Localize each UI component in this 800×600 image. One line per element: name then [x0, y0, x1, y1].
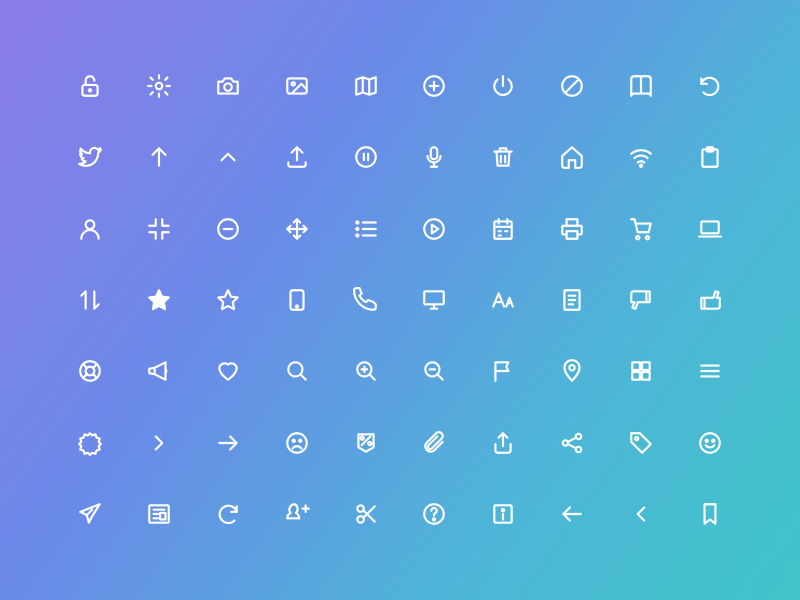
arrow-up-icon	[125, 121, 194, 192]
paperclip-icon	[400, 407, 469, 478]
document-icon	[538, 264, 607, 335]
map-icon	[331, 50, 400, 121]
icon-grid	[0, 0, 800, 600]
printer-icon	[538, 193, 607, 264]
mic-icon	[400, 121, 469, 192]
image-icon	[262, 50, 331, 121]
zoom-in-icon	[331, 336, 400, 407]
home-icon	[538, 121, 607, 192]
share-up-icon	[469, 407, 538, 478]
scissors-icon	[331, 479, 400, 550]
chevron-up-icon	[194, 121, 263, 192]
news-icon	[125, 479, 194, 550]
laptop-icon	[675, 193, 744, 264]
bookmark-icon	[675, 479, 744, 550]
tablet-icon	[262, 264, 331, 335]
gear-icon	[125, 50, 194, 121]
info-icon	[469, 479, 538, 550]
smile-icon	[675, 407, 744, 478]
clipboard-icon	[675, 121, 744, 192]
help-icon	[400, 479, 469, 550]
twitter-icon	[56, 121, 125, 192]
sort-icon	[56, 264, 125, 335]
lifebuoy-icon	[56, 336, 125, 407]
chevron-right-icon	[125, 407, 194, 478]
menu-icon	[675, 336, 744, 407]
thumbs-up-icon	[675, 264, 744, 335]
arrow-left-icon	[538, 479, 607, 550]
minus-circle-icon	[194, 193, 263, 264]
cart-icon	[606, 193, 675, 264]
undo-icon	[675, 50, 744, 121]
move-icon	[262, 193, 331, 264]
cancel-icon	[538, 50, 607, 121]
user-icon	[56, 193, 125, 264]
upload-icon	[262, 121, 331, 192]
camera-icon	[194, 50, 263, 121]
google-plus-icon	[262, 479, 331, 550]
badge-icon	[56, 407, 125, 478]
book-icon	[606, 50, 675, 121]
location-icon	[538, 336, 607, 407]
tag-icon	[606, 407, 675, 478]
discount-icon	[331, 407, 400, 478]
thumbs-down-icon	[606, 264, 675, 335]
chevron-left-icon	[606, 479, 675, 550]
minimize-icon	[125, 193, 194, 264]
frown-icon	[262, 407, 331, 478]
arrow-right-icon	[194, 407, 263, 478]
plus-circle-icon	[400, 50, 469, 121]
trash-icon	[469, 121, 538, 192]
list-icon	[331, 193, 400, 264]
wifi-icon	[606, 121, 675, 192]
megaphone-icon	[125, 336, 194, 407]
airplane-icon	[56, 479, 125, 550]
star-icon	[194, 264, 263, 335]
monitor-icon	[400, 264, 469, 335]
pause-circle-icon	[331, 121, 400, 192]
redo-icon	[194, 479, 263, 550]
heart-icon	[194, 336, 263, 407]
phone-icon	[331, 264, 400, 335]
zoom-out-icon	[400, 336, 469, 407]
search-icon	[262, 336, 331, 407]
power-icon	[469, 50, 538, 121]
share-nodes-icon	[538, 407, 607, 478]
unlock-icon	[56, 50, 125, 121]
grid-icon	[606, 336, 675, 407]
text-size-icon	[469, 264, 538, 335]
flag-icon	[469, 336, 538, 407]
play-circle-icon	[400, 193, 469, 264]
calendar-icon	[469, 193, 538, 264]
star-filled-icon	[125, 264, 194, 335]
